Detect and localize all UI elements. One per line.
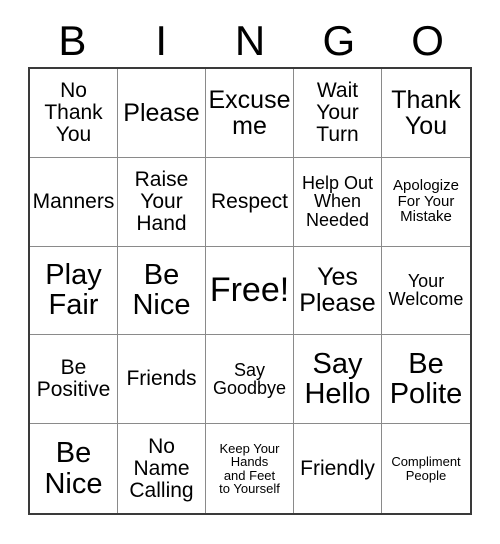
bingo-cell-label: No Thank You [44, 79, 103, 146]
header-letter-b: B [58, 16, 87, 64]
bingo-cell-label: No Name Calling [129, 434, 194, 502]
bingo-cell[interactable]: Play Fair [30, 246, 118, 336]
bingo-cell-label: Compliment People [391, 454, 461, 483]
bingo-cell[interactable]: Excuse me [206, 69, 294, 158]
bingo-cell[interactable]: Respect [206, 157, 294, 247]
bingo-cell[interactable]: Be Polite [382, 335, 470, 425]
bingo-header: B I N G O [28, 14, 472, 67]
header-letter-i: I [155, 16, 168, 64]
header-letter-g: G [322, 16, 356, 64]
bingo-cell-label: Say Goodbye [212, 359, 287, 399]
bingo-cell-label: Free! [209, 270, 290, 309]
bingo-cell[interactable]: Say Hello [294, 335, 382, 425]
bingo-cell-label: Friendly [300, 456, 375, 480]
bingo-cell[interactable]: Your Welcome [382, 246, 470, 336]
bingo-cell[interactable]: Yes Please [294, 246, 382, 336]
bingo-cell-label: Thank You [391, 85, 461, 140]
bingo-cell-label: Yes Please [299, 263, 376, 318]
bingo-cell[interactable]: No Thank You [30, 69, 118, 158]
bingo-cell[interactable]: Friends [118, 335, 206, 425]
bingo-cell[interactable]: Please [118, 69, 206, 158]
bingo-cell-label: Manners [32, 189, 115, 213]
bingo-grid: No Thank You Please Excuse me Wait Your … [28, 67, 472, 515]
bingo-cell[interactable]: Be Nice [30, 424, 118, 513]
bingo-cell-label: Raise Your Hand [134, 167, 189, 235]
bingo-cell[interactable]: Manners [30, 157, 118, 247]
bingo-cell-label: Help Out When Needed [301, 172, 374, 231]
bingo-cell-label: Your Welcome [388, 270, 464, 310]
bingo-cell[interactable]: Wait Your Turn [294, 69, 382, 158]
header-letter-n: N [234, 16, 266, 64]
bingo-card: B I N G O No Thank You Please Excuse me … [0, 0, 500, 544]
bingo-cell-label: Respect [210, 189, 289, 213]
bingo-cell-label: Be Positive [36, 356, 111, 402]
bingo-cell-label: Be Nice [44, 437, 103, 500]
bingo-cell-free[interactable]: Free! [206, 246, 294, 336]
bingo-cell[interactable]: Friendly [294, 424, 382, 513]
bingo-cell-label: Play Fair [45, 259, 102, 322]
bingo-cell[interactable]: No Name Calling [118, 424, 206, 513]
bingo-cell[interactable]: Be Positive [30, 335, 118, 425]
bingo-cell-label: Be Nice [132, 259, 191, 322]
bingo-cell[interactable]: Raise Your Hand [118, 157, 206, 247]
bingo-cell[interactable]: Keep Your Hands and Feet to Yourself [206, 424, 294, 513]
bingo-cell[interactable]: Apologize For Your Mistake [382, 157, 470, 247]
bingo-cell-label: Excuse me [208, 85, 291, 140]
bingo-cell[interactable]: Be Nice [118, 246, 206, 336]
bingo-cell-label: Apologize For Your Mistake [393, 177, 459, 226]
bingo-cell-label: Be Polite [389, 348, 463, 411]
bingo-cell[interactable]: Thank You [382, 69, 470, 158]
bingo-cell-label: Wait Your Turn [316, 79, 359, 146]
bingo-cell[interactable]: Compliment People [382, 424, 470, 513]
bingo-cell-label: Friends [126, 367, 197, 391]
bingo-cell-label: Keep Your Hands and Feet to Yourself [219, 440, 280, 497]
bingo-cell-label: Say Hello [304, 348, 371, 411]
bingo-cell[interactable]: Help Out When Needed [294, 157, 382, 247]
bingo-cell[interactable]: Say Goodbye [206, 335, 294, 425]
header-letter-o: O [411, 16, 444, 64]
bingo-cell-label: Please [123, 98, 200, 127]
